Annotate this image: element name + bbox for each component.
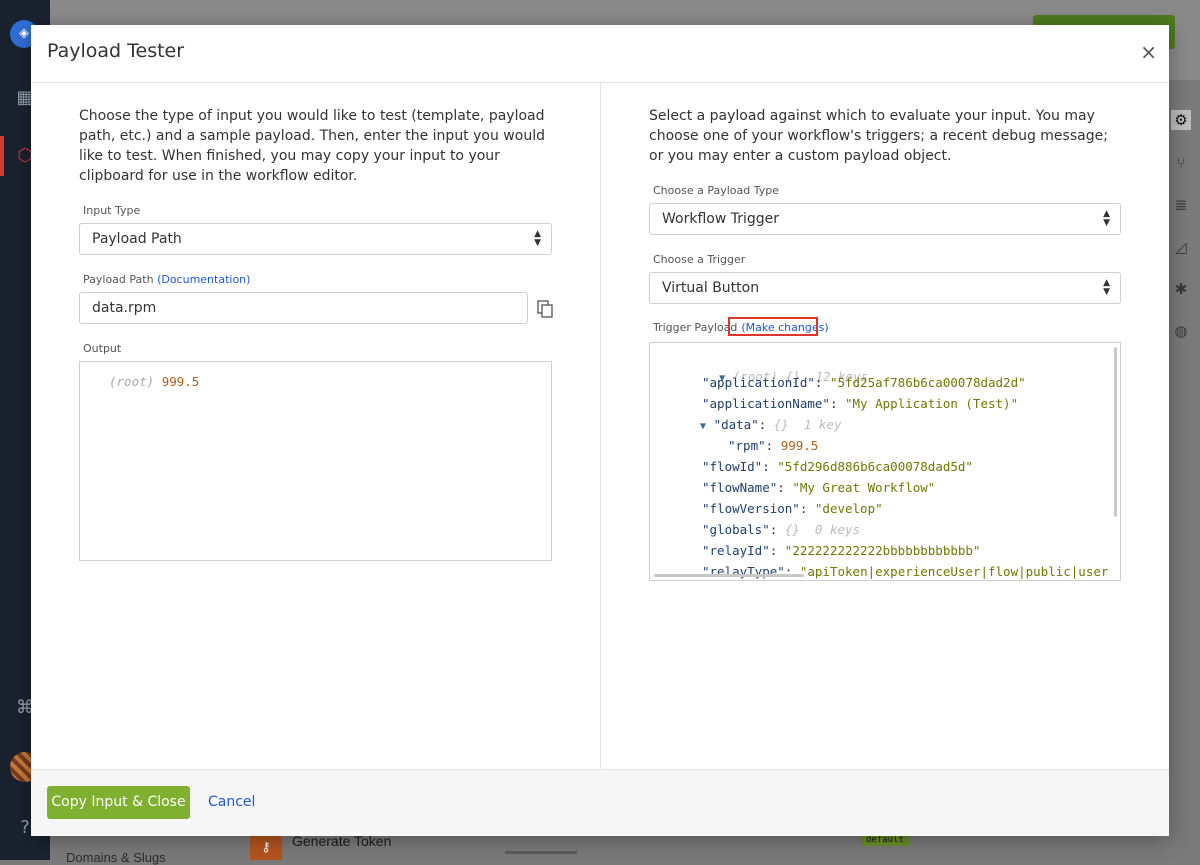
input-type-select[interactable]: Payload Path ▲ ▼	[79, 223, 552, 255]
output-root-label: (root)	[109, 374, 155, 389]
key-icon: ⚷	[250, 835, 282, 860]
cancel-button[interactable]: Cancel	[208, 794, 255, 810]
modal-title: Payload Tester	[47, 40, 185, 62]
documentation-link[interactable]: (Documentation)	[157, 273, 250, 286]
expand-triangle-icon[interactable]: ▼	[700, 421, 706, 432]
payload-path-input[interactable]: data.rpm	[79, 292, 528, 324]
select-arrows-icon: ▲ ▼	[1103, 209, 1110, 228]
payload-path-label: Payload Path (Documentation)	[83, 273, 250, 286]
json-row: "flowVersion": "develop"	[702, 501, 883, 516]
json-value: 999.5	[780, 438, 819, 453]
domains-nav-item[interactable]: Domains & Slugs	[66, 850, 166, 865]
left-description: Choose the type of input you would like …	[79, 108, 545, 184]
right-description: Select a payload against which to evalua…	[649, 108, 1108, 164]
background-divider	[505, 851, 577, 854]
json-value: "222222222222bbbbbbbbbbbb"	[784, 543, 981, 558]
json-value: "My Great Workflow"	[792, 480, 936, 495]
payload-path-label-text: Payload Path	[83, 273, 154, 286]
settings-icon[interactable]: ⚙	[1171, 110, 1191, 130]
trigger-label: Choose a Trigger	[653, 253, 746, 266]
payload-type-select[interactable]: Workflow Trigger ▲ ▼	[649, 203, 1121, 235]
storage-icon[interactable]: ≣	[1171, 195, 1191, 215]
output-label: Output	[83, 342, 122, 355]
output-panel: (root) 999.5	[79, 361, 552, 561]
json-value: "My Application (Test)"	[845, 396, 1019, 411]
active-nav-indicator	[0, 136, 4, 176]
json-data-meta: {} 1 key	[773, 417, 842, 432]
json-value: "develop"	[814, 501, 883, 516]
json-data-row[interactable]: ▼ "data": {} 1 key	[700, 417, 842, 432]
input-type-label: Input Type	[83, 204, 141, 217]
output-line: (root) 999.5	[109, 374, 199, 389]
json-globals-meta: {} 0 keys	[784, 522, 861, 537]
modal-footer: Copy Input & Close Cancel	[31, 769, 1169, 836]
select-arrows-icon: ▲ ▼	[534, 229, 541, 248]
output-value: 999.5	[161, 374, 200, 389]
chart-icon[interactable]: ◿	[1171, 237, 1191, 257]
json-value: "apiToken|experienceUser|flow|public|use…	[799, 564, 1109, 579]
trigger-payload-viewer[interactable]: ▼ (root) {} 12 keys "applicationId": "5f…	[649, 342, 1121, 581]
json-row: "globals": {} 0 keys	[702, 522, 861, 537]
trigger-payload-label-text: Trigger Payload	[653, 321, 738, 334]
make-changes-highlight	[728, 317, 818, 336]
json-row: "relayId": "222222222222bbbbbbbbbbbb"	[702, 543, 981, 558]
json-value: "5fd296d886b6ca00078dad5d"	[777, 459, 973, 474]
json-row: "rpm": 999.5	[728, 438, 819, 453]
trigger-value: Virtual Button	[662, 280, 760, 296]
json-value: "5fd25af786b6ca00078dad2d"	[829, 375, 1026, 390]
globe-icon[interactable]: ◍	[1171, 321, 1191, 341]
payload-tester-modal: Payload Tester × Choose the type of inpu…	[31, 25, 1169, 836]
json-row: "flowName": "My Great Workflow"	[702, 480, 936, 495]
branch-icon[interactable]: ⑂	[1171, 153, 1191, 173]
left-column: Choose the type of input you would like …	[79, 83, 552, 186]
payload-path-value: data.rpm	[92, 300, 157, 316]
json-row: "flowId": "5fd296d886b6ca00078dad5d"	[702, 459, 973, 474]
column-divider	[600, 83, 601, 769]
json-row: "applicationId": "5fd25af786b6ca00078dad…	[702, 375, 1026, 390]
right-column: Select a payload against which to evalua…	[649, 83, 1122, 166]
trigger-select[interactable]: Virtual Button ▲ ▼	[649, 272, 1121, 304]
payload-type-value: Workflow Trigger	[662, 211, 780, 227]
input-type-value: Payload Path	[92, 231, 182, 247]
close-icon[interactable]: ×	[1140, 40, 1157, 64]
bug-icon[interactable]: ✱	[1171, 279, 1191, 299]
copy-icon[interactable]	[537, 300, 553, 318]
modal-header: Payload Tester ×	[31, 25, 1169, 83]
vertical-scrollbar[interactable]	[1114, 347, 1117, 517]
horizontal-scrollbar[interactable]	[654, 574, 804, 577]
select-arrows-icon: ▲ ▼	[1103, 278, 1110, 297]
json-row: "applicationName": "My Application (Test…	[702, 396, 1019, 411]
payload-type-label: Choose a Payload Type	[653, 184, 780, 197]
copy-input-close-button[interactable]: Copy Input & Close	[47, 786, 190, 819]
